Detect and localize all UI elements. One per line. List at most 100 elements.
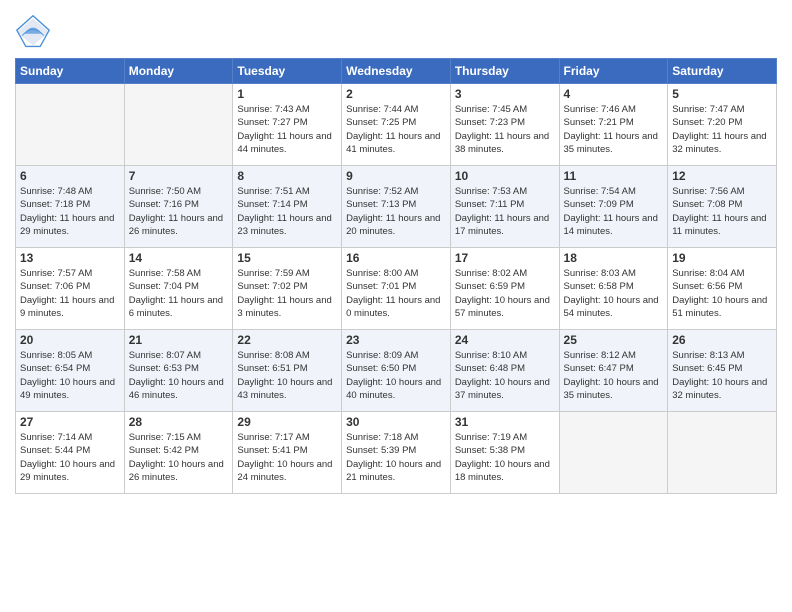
- cell-content: Sunrise: 7:46 AMSunset: 7:21 PMDaylight:…: [564, 103, 664, 156]
- page-header: [15, 10, 777, 50]
- cell-content: Sunrise: 7:18 AMSunset: 5:39 PMDaylight:…: [346, 431, 446, 484]
- day-cell: 29Sunrise: 7:17 AMSunset: 5:41 PMDayligh…: [233, 412, 342, 494]
- day-cell: 2Sunrise: 7:44 AMSunset: 7:25 PMDaylight…: [342, 84, 451, 166]
- day-header-wednesday: Wednesday: [342, 59, 451, 84]
- cell-content: Sunrise: 8:07 AMSunset: 6:53 PMDaylight:…: [129, 349, 229, 402]
- day-cell: 25 Sunrise: 8:12 AMSunset: 6:47 PMDayligh…: [559, 330, 668, 412]
- cell-content: Sunrise: 7:53 AMSunset: 7:11 PMDaylight:…: [455, 185, 555, 238]
- week-row-3: 13 Sunrise: 7:57 AMSunset: 7:06 PMDayligh…: [16, 248, 777, 330]
- day-cell: 10 Sunrise: 7:53 AMSunset: 7:11 PMDayligh…: [450, 166, 559, 248]
- day-number: 14: [129, 251, 229, 265]
- cell-content: Sunrise: 7:15 AMSunset: 5:42 PMDaylight:…: [129, 431, 229, 484]
- day-number: 3: [455, 87, 555, 101]
- cell-content: Sunrise: 8:08 AMSunset: 6:51 PMDaylight:…: [237, 349, 337, 402]
- day-number: 24: [455, 333, 555, 347]
- day-cell: 8 Sunrise: 7:51 AMSunset: 7:14 PMDaylight…: [233, 166, 342, 248]
- day-cell: 17Sunrise: 8:02 AMSunset: 6:59 PMDayligh…: [450, 248, 559, 330]
- day-cell: 18 Sunrise: 8:03 AMSunset: 6:58 PMDayligh…: [559, 248, 668, 330]
- day-cell: 4 Sunrise: 7:46 AMSunset: 7:21 PMDaylight…: [559, 84, 668, 166]
- cell-content: Sunrise: 8:10 AMSunset: 6:48 PMDaylight:…: [455, 349, 555, 402]
- day-number: 27: [20, 415, 120, 429]
- day-number: 1: [237, 87, 337, 101]
- cell-content: Sunrise: 7:45 AMSunset: 7:23 PMDaylight:…: [455, 103, 555, 156]
- day-header-friday: Friday: [559, 59, 668, 84]
- day-cell: 30Sunrise: 7:18 AMSunset: 5:39 PMDayligh…: [342, 412, 451, 494]
- day-number: 26: [672, 333, 772, 347]
- cell-content: Sunrise: 8:03 AMSunset: 6:58 PMDaylight:…: [564, 267, 664, 320]
- day-cell: 12 Sunrise: 7:56 AMSunset: 7:08 PMDayligh…: [668, 166, 777, 248]
- calendar-table: SundayMondayTuesdayWednesdayThursdayFrid…: [15, 58, 777, 494]
- day-cell: 23Sunrise: 8:09 AMSunset: 6:50 PMDayligh…: [342, 330, 451, 412]
- week-row-2: 6 Sunrise: 7:48 AMSunset: 7:18 PMDaylight…: [16, 166, 777, 248]
- cell-content: Sunrise: 7:50 AMSunset: 7:16 PMDaylight:…: [129, 185, 229, 238]
- cell-content: Sunrise: 7:59 AMSunset: 7:02 PMDaylight:…: [237, 267, 337, 320]
- day-number: 9: [346, 169, 446, 183]
- day-cell: 27Sunrise: 7:14 AMSunset: 5:44 PMDayligh…: [16, 412, 125, 494]
- day-header-monday: Monday: [124, 59, 233, 84]
- day-cell: 26 Sunrise: 8:13 AMSunset: 6:45 PMDayligh…: [668, 330, 777, 412]
- cell-content: Sunrise: 8:04 AMSunset: 6:56 PMDaylight:…: [672, 267, 772, 320]
- day-cell: 6 Sunrise: 7:48 AMSunset: 7:18 PMDaylight…: [16, 166, 125, 248]
- day-number: 19: [672, 251, 772, 265]
- cell-content: Sunrise: 7:43 AMSunset: 7:27 PMDaylight:…: [237, 103, 337, 156]
- day-header-tuesday: Tuesday: [233, 59, 342, 84]
- day-cell: 19 Sunrise: 8:04 AMSunset: 6:56 PMDayligh…: [668, 248, 777, 330]
- week-row-4: 20 Sunrise: 8:05 AMSunset: 6:54 PMDayligh…: [16, 330, 777, 412]
- day-number: 4: [564, 87, 664, 101]
- day-number: 8: [237, 169, 337, 183]
- day-number: 31: [455, 415, 555, 429]
- cell-content: Sunrise: 7:58 AMSunset: 7:04 PMDaylight:…: [129, 267, 229, 320]
- day-number: 16: [346, 251, 446, 265]
- cell-content: Sunrise: 7:52 AMSunset: 7:13 PMDaylight:…: [346, 185, 446, 238]
- day-cell: 5 Sunrise: 7:47 AMSunset: 7:20 PMDaylight…: [668, 84, 777, 166]
- day-cell: [668, 412, 777, 494]
- day-cell: 14 Sunrise: 7:58 AMSunset: 7:04 PMDayligh…: [124, 248, 233, 330]
- day-cell: 13 Sunrise: 7:57 AMSunset: 7:06 PMDayligh…: [16, 248, 125, 330]
- day-cell: 3 Sunrise: 7:45 AMSunset: 7:23 PMDaylight…: [450, 84, 559, 166]
- cell-content: Sunrise: 8:12 AMSunset: 6:47 PMDaylight:…: [564, 349, 664, 402]
- cell-content: Sunrise: 7:56 AMSunset: 7:08 PMDaylight:…: [672, 185, 772, 238]
- day-number: 7: [129, 169, 229, 183]
- logo: [15, 14, 53, 50]
- day-number: 22: [237, 333, 337, 347]
- day-header-saturday: Saturday: [668, 59, 777, 84]
- day-number: 23: [346, 333, 446, 347]
- day-number: 6: [20, 169, 120, 183]
- cell-content: Sunrise: 7:44 AMSunset: 7:25 PMDaylight:…: [346, 103, 446, 156]
- day-cell: 15 Sunrise: 7:59 AMSunset: 7:02 PMDayligh…: [233, 248, 342, 330]
- day-cell: 24 Sunrise: 8:10 AMSunset: 6:48 PMDayligh…: [450, 330, 559, 412]
- day-cell: 22 Sunrise: 8:08 AMSunset: 6:51 PMDayligh…: [233, 330, 342, 412]
- week-row-1: 1 Sunrise: 7:43 AMSunset: 7:27 PMDaylight…: [16, 84, 777, 166]
- day-number: 28: [129, 415, 229, 429]
- logo-icon: [15, 14, 51, 50]
- cell-content: Sunrise: 7:51 AMSunset: 7:14 PMDaylight:…: [237, 185, 337, 238]
- day-cell: 16 Sunrise: 8:00 AMSunset: 7:01 PMDayligh…: [342, 248, 451, 330]
- cell-content: Sunrise: 7:54 AMSunset: 7:09 PMDaylight:…: [564, 185, 664, 238]
- day-cell: 21 Sunrise: 8:07 AMSunset: 6:53 PMDayligh…: [124, 330, 233, 412]
- week-row-5: 27Sunrise: 7:14 AMSunset: 5:44 PMDayligh…: [16, 412, 777, 494]
- day-number: 21: [129, 333, 229, 347]
- cell-content: Sunrise: 7:47 AMSunset: 7:20 PMDaylight:…: [672, 103, 772, 156]
- cell-content: Sunrise: 8:02 AMSunset: 6:59 PMDaylight:…: [455, 267, 555, 320]
- day-number: 5: [672, 87, 772, 101]
- cell-content: Sunrise: 7:19 AMSunset: 5:38 PMDaylight:…: [455, 431, 555, 484]
- cell-content: Sunrise: 8:05 AMSunset: 6:54 PMDaylight:…: [20, 349, 120, 402]
- page-container: SundayMondayTuesdayWednesdayThursdayFrid…: [0, 0, 792, 509]
- day-header-sunday: Sunday: [16, 59, 125, 84]
- day-number: 10: [455, 169, 555, 183]
- day-number: 20: [20, 333, 120, 347]
- day-cell: 1 Sunrise: 7:43 AMSunset: 7:27 PMDaylight…: [233, 84, 342, 166]
- day-number: 12: [672, 169, 772, 183]
- day-cell: 9 Sunrise: 7:52 AMSunset: 7:13 PMDaylight…: [342, 166, 451, 248]
- day-cell: 31 Sunrise: 7:19 AMSunset: 5:38 PMDayligh…: [450, 412, 559, 494]
- day-number: 13: [20, 251, 120, 265]
- cell-content: Sunrise: 8:00 AMSunset: 7:01 PMDaylight:…: [346, 267, 446, 320]
- header-row: SundayMondayTuesdayWednesdayThursdayFrid…: [16, 59, 777, 84]
- cell-content: Sunrise: 7:57 AMSunset: 7:06 PMDaylight:…: [20, 267, 120, 320]
- day-number: 18: [564, 251, 664, 265]
- cell-content: Sunrise: 7:48 AMSunset: 7:18 PMDaylight:…: [20, 185, 120, 238]
- day-number: 25: [564, 333, 664, 347]
- day-number: 15: [237, 251, 337, 265]
- cell-content: Sunrise: 8:13 AMSunset: 6:45 PMDaylight:…: [672, 349, 772, 402]
- day-number: 29: [237, 415, 337, 429]
